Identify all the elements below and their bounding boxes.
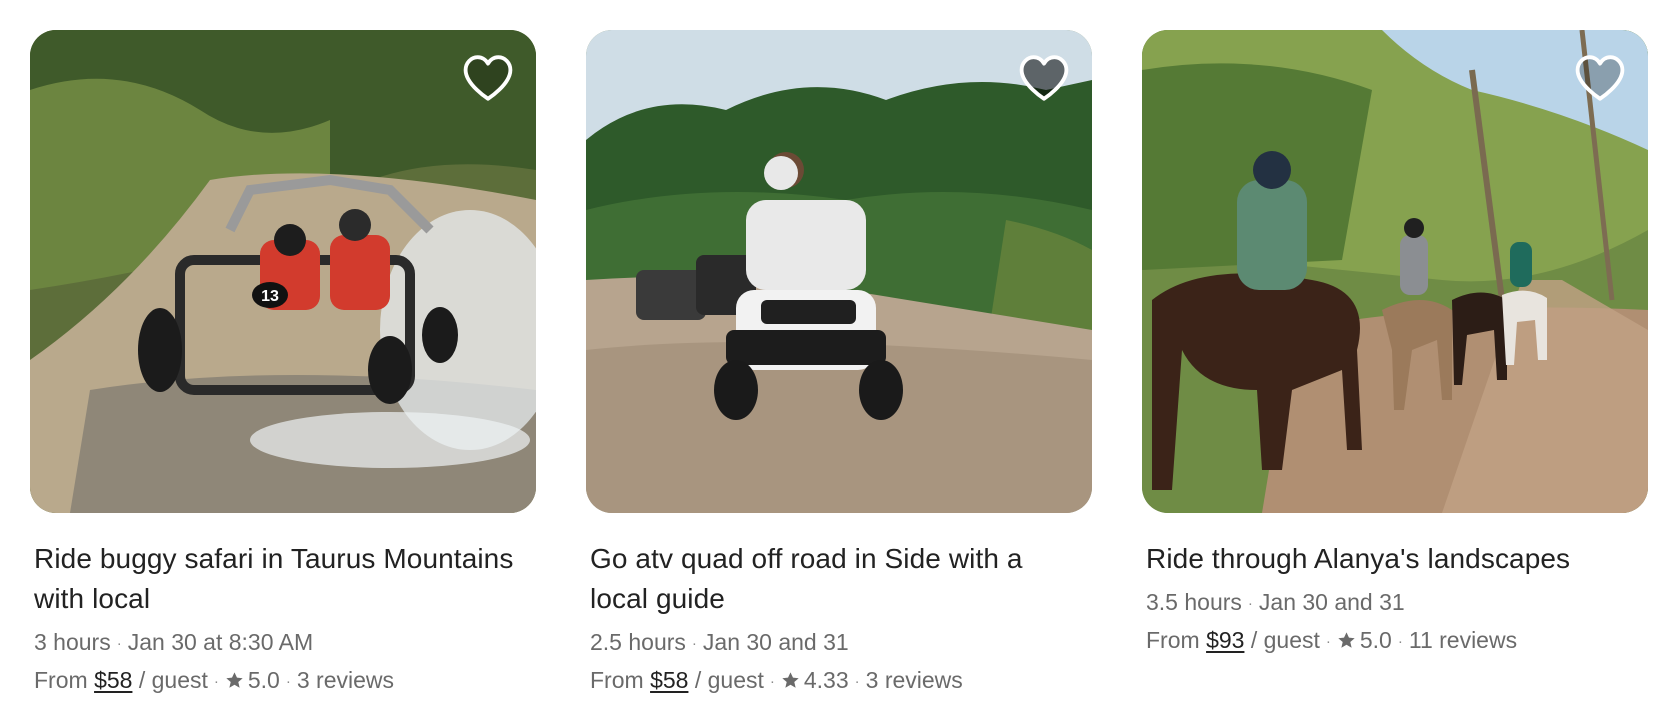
save-favorite-button[interactable] bbox=[462, 54, 514, 102]
price-from-label: From bbox=[590, 667, 644, 693]
heart-icon bbox=[1575, 55, 1625, 101]
separator-dot: · bbox=[854, 673, 860, 690]
listing-price-row: From $93 / guest · 5.0 · 11 reviews bbox=[1146, 623, 1644, 659]
buggy-number-plate: 13 bbox=[261, 288, 279, 305]
star-icon bbox=[225, 671, 244, 690]
separator-dot: · bbox=[116, 635, 122, 652]
star-icon bbox=[781, 671, 800, 690]
listing-dates: Jan 30 and 31 bbox=[702, 629, 849, 655]
listing-price[interactable]: $58 bbox=[650, 667, 688, 693]
listing-title[interactable]: Ride through Alanya's landscapes bbox=[1146, 539, 1644, 579]
atv-quad-photo bbox=[586, 30, 1092, 513]
separator-dot: · bbox=[1247, 595, 1253, 612]
listing-price-row: From $58 / guest · 4.33 · 3 reviews bbox=[590, 663, 1088, 699]
price-from-label: From bbox=[1146, 627, 1200, 653]
separator-dot: · bbox=[1325, 633, 1331, 650]
listing-card[interactable]: Ride through Alanya's landscapes 3.5 hou… bbox=[1142, 30, 1648, 659]
separator-dot: · bbox=[1397, 633, 1403, 650]
listing-photo[interactable]: 13 bbox=[30, 30, 536, 513]
separator-dot: · bbox=[691, 635, 697, 652]
listing-photo[interactable] bbox=[1142, 30, 1648, 513]
separator-dot: · bbox=[285, 673, 291, 690]
listing-price-row: From $58 / guest · 5.0 · 3 reviews bbox=[34, 663, 532, 699]
listing-price[interactable]: $58 bbox=[94, 667, 132, 693]
listing-meta: 3.5 hours · Jan 30 and 31 bbox=[1146, 585, 1644, 621]
separator-dot: · bbox=[769, 673, 775, 690]
save-favorite-button[interactable] bbox=[1574, 54, 1626, 102]
listing-dates: Jan 30 at 8:30 AM bbox=[127, 629, 314, 655]
save-favorite-button[interactable] bbox=[1018, 54, 1070, 102]
star-icon bbox=[1337, 631, 1356, 650]
listing-card[interactable]: 13 Ride buggy safari in Taurus Mountains… bbox=[30, 30, 536, 699]
buggy-safari-photo: 13 bbox=[30, 30, 536, 513]
price-unit: / guest bbox=[1250, 627, 1320, 653]
separator-dot: · bbox=[213, 673, 219, 690]
listing-meta: 2.5 hours · Jan 30 and 31 bbox=[590, 625, 1088, 661]
listing-reviews: 11 reviews bbox=[1408, 627, 1518, 653]
price-unit: / guest bbox=[694, 667, 764, 693]
price-from-label: From bbox=[34, 667, 88, 693]
price-unit: / guest bbox=[138, 667, 208, 693]
heart-icon bbox=[463, 55, 513, 101]
listing-title[interactable]: Go atv quad off road in Side with a loca… bbox=[590, 539, 1088, 619]
listing-photo[interactable] bbox=[586, 30, 1092, 513]
listing-rating: 5.0 bbox=[247, 667, 280, 693]
listing-card[interactable]: Go atv quad off road in Side with a loca… bbox=[586, 30, 1092, 699]
heart-icon bbox=[1019, 55, 1069, 101]
listing-price[interactable]: $93 bbox=[1206, 627, 1244, 653]
listing-rating: 5.0 bbox=[1359, 627, 1392, 653]
listing-dates: Jan 30 and 31 bbox=[1258, 589, 1405, 615]
listing-duration: 2.5 hours bbox=[590, 629, 686, 655]
listing-reviews: 3 reviews bbox=[296, 667, 395, 693]
listing-rating: 4.33 bbox=[803, 667, 849, 693]
listing-meta: 3 hours · Jan 30 at 8:30 AM bbox=[34, 625, 532, 661]
listing-duration: 3.5 hours bbox=[1146, 589, 1242, 615]
listing-title[interactable]: Ride buggy safari in Taurus Mountains wi… bbox=[34, 539, 532, 619]
horseback-trail-photo bbox=[1142, 30, 1648, 513]
listing-reviews: 3 reviews bbox=[865, 667, 963, 693]
listing-duration: 3 hours bbox=[34, 629, 111, 655]
experience-listings-grid: 13 Ride buggy safari in Taurus Mountains… bbox=[0, 0, 1678, 712]
